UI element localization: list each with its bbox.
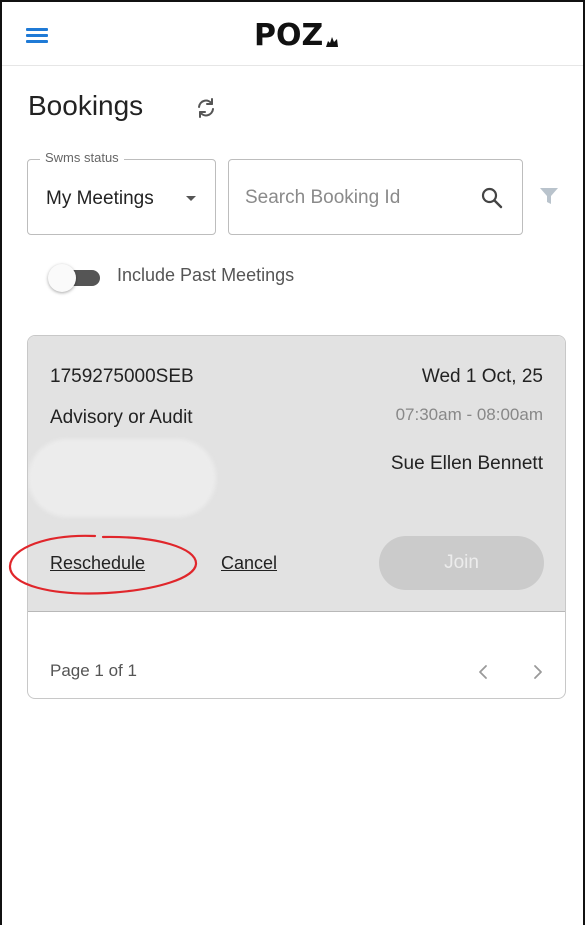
booking-host: Sue Ellen Bennett	[390, 453, 543, 474]
pagination-text: Page 1 of 1	[50, 661, 137, 680]
status-select-label: Swms status	[40, 150, 124, 165]
search-icon[interactable]	[479, 185, 505, 211]
search-box	[228, 159, 523, 235]
booking-id: 1759275000SEB	[50, 366, 194, 387]
chevron-right-icon[interactable]	[531, 663, 545, 681]
booking-time: 07:30am - 08:00am	[395, 405, 543, 424]
cancel-link[interactable]: Cancel	[221, 553, 277, 574]
reschedule-link[interactable]: Reschedule	[50, 553, 145, 574]
logo-mark-icon	[326, 37, 339, 47]
logo-text: POZ	[254, 18, 324, 53]
app-logo: POZ	[254, 18, 339, 53]
booking-type: Advisory or Audit	[50, 407, 193, 428]
status-select[interactable]: My Meetings	[27, 159, 216, 235]
toggle-thumb	[48, 264, 76, 292]
booking-card[interactable]: 1759275000SEB Advisory or Audit Wed 1 Oc…	[28, 336, 565, 612]
menu-icon[interactable]	[26, 28, 48, 44]
top-bar: POZ	[2, 2, 583, 66]
redacted-area	[28, 439, 216, 517]
bookings-panel: 1759275000SEB Advisory or Audit Wed 1 Oc…	[27, 335, 566, 699]
include-past-toggle[interactable]	[48, 264, 102, 292]
filter-icon[interactable]	[538, 185, 560, 207]
chevron-left-icon[interactable]	[476, 663, 490, 681]
page-title: Bookings	[28, 90, 144, 121]
status-select-value: My Meetings	[46, 188, 154, 209]
search-input[interactable]	[245, 184, 465, 212]
refresh-icon[interactable]	[194, 96, 218, 120]
include-past-label: Include Past Meetings	[117, 265, 295, 285]
join-button[interactable]: Join	[379, 536, 544, 590]
caret-down-icon	[186, 196, 196, 201]
app-frame: POZ Bookings My Meetings Swms status Inc…	[0, 0, 585, 925]
booking-date: Wed 1 Oct, 25	[421, 366, 543, 387]
